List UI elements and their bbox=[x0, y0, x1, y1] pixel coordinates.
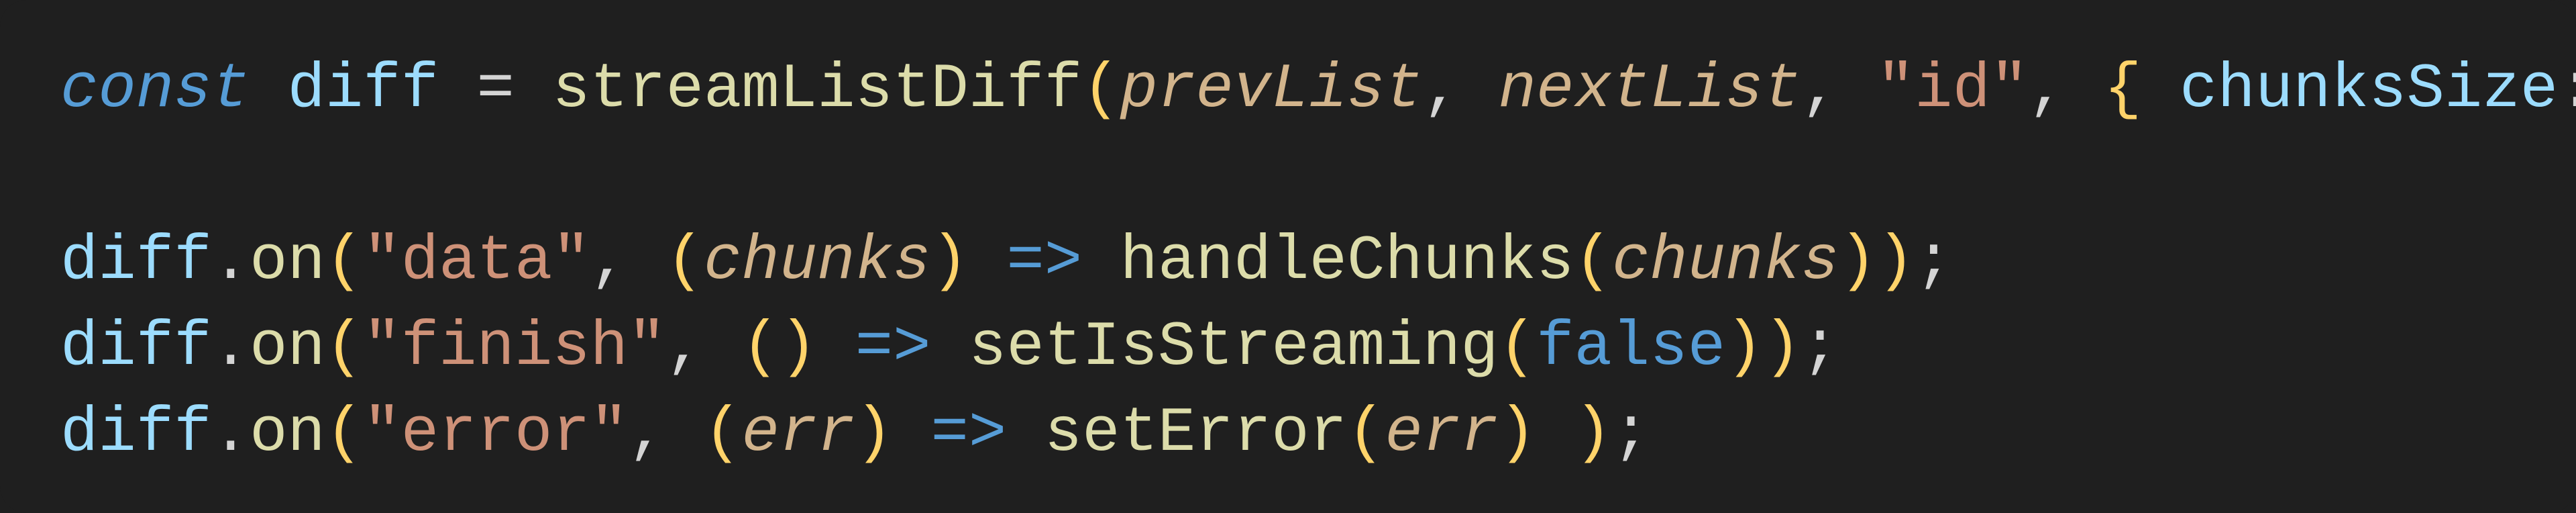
code-token: ( bbox=[741, 312, 779, 383]
code-line bbox=[60, 133, 2576, 219]
code-token: ) bbox=[780, 312, 817, 383]
code-token: streamListDiff bbox=[552, 54, 1082, 126]
code-token bbox=[515, 54, 552, 126]
code-token: , bbox=[1423, 54, 1499, 126]
code-token: => bbox=[1006, 226, 1082, 297]
code-token: "finish" bbox=[363, 312, 665, 383]
code-token bbox=[1082, 226, 1120, 297]
code-token: ( bbox=[704, 398, 741, 469]
code-token: . bbox=[212, 398, 250, 469]
code-token: = bbox=[477, 54, 515, 126]
code-token bbox=[1536, 398, 1574, 469]
code-token: "error" bbox=[363, 398, 628, 469]
code-token: ) bbox=[931, 226, 969, 297]
code-token: diff bbox=[60, 226, 212, 297]
code-token: , bbox=[1801, 54, 1877, 126]
code-line: diff.on("error", (err) => setError(err) … bbox=[60, 391, 2576, 477]
code-token: , bbox=[2028, 54, 2104, 126]
code-token: diff bbox=[60, 398, 212, 469]
code-token: ( bbox=[325, 312, 363, 383]
code-token: ) bbox=[1764, 312, 1801, 383]
code-token bbox=[439, 54, 476, 126]
code-token: ; bbox=[1915, 226, 1952, 297]
code-token: diff bbox=[287, 54, 439, 126]
code-token: , bbox=[590, 226, 666, 297]
code-token bbox=[893, 398, 930, 469]
code-token bbox=[1006, 398, 1044, 469]
code-token: { bbox=[2104, 54, 2141, 126]
code-token: on bbox=[250, 398, 325, 469]
code-line: diff.on("finish", () => setIsStreaming(f… bbox=[60, 305, 2576, 391]
code-token: . bbox=[212, 312, 250, 383]
code-token: setIsStreaming bbox=[969, 312, 1499, 383]
code-token: ) bbox=[1499, 398, 1536, 469]
code-token: nextList bbox=[1499, 54, 1801, 126]
code-token: ( bbox=[1082, 54, 1120, 126]
code-token bbox=[817, 312, 855, 383]
code-token: => bbox=[931, 398, 1007, 469]
code-token: on bbox=[250, 226, 325, 297]
code-token: err bbox=[1385, 398, 1498, 469]
code-token: ) bbox=[1574, 398, 1612, 469]
code-token bbox=[2142, 54, 2180, 126]
code-token: ( bbox=[325, 398, 363, 469]
code-token bbox=[931, 312, 969, 383]
code-token: err bbox=[741, 398, 855, 469]
code-token: ; bbox=[1801, 312, 1839, 383]
code-token bbox=[969, 226, 1006, 297]
code-token: : bbox=[2558, 54, 2576, 126]
code-token: "id" bbox=[1877, 54, 2029, 126]
code-token: ) bbox=[1725, 312, 1763, 383]
code-token: chunks bbox=[1612, 226, 1839, 297]
code-token: on bbox=[250, 312, 325, 383]
code-token: , bbox=[666, 312, 742, 383]
code-token: ) bbox=[1839, 226, 1876, 297]
code-token: chunksSize bbox=[2180, 54, 2558, 126]
code-token: => bbox=[855, 312, 931, 383]
code-token: handleChunks bbox=[1120, 226, 1574, 297]
code-token: , bbox=[628, 398, 704, 469]
code-token: ; bbox=[1612, 398, 1650, 469]
code-token: ( bbox=[666, 226, 704, 297]
code-token: ( bbox=[1499, 312, 1536, 383]
code-token: chunks bbox=[704, 226, 930, 297]
code-token bbox=[250, 54, 287, 126]
code-token: prevList bbox=[1120, 54, 1423, 126]
code-block: const diff = streamListDiff(prevList, ne… bbox=[0, 0, 2576, 513]
code-token: diff bbox=[60, 312, 212, 383]
code-token: false bbox=[1536, 312, 1725, 383]
code-token: const bbox=[60, 54, 250, 126]
code-token: ) bbox=[855, 398, 893, 469]
code-token: ) bbox=[1877, 226, 1915, 297]
code-token: ( bbox=[1574, 226, 1612, 297]
code-token: ( bbox=[325, 226, 363, 297]
code-token: . bbox=[212, 226, 250, 297]
code-line: diff.on("data", (chunks) => handleChunks… bbox=[60, 219, 2576, 305]
code-line: const diff = streamListDiff(prevList, ne… bbox=[60, 47, 2576, 133]
code-token: "data" bbox=[363, 226, 590, 297]
code-token: setError bbox=[1044, 398, 1347, 469]
code-token: ( bbox=[1347, 398, 1385, 469]
